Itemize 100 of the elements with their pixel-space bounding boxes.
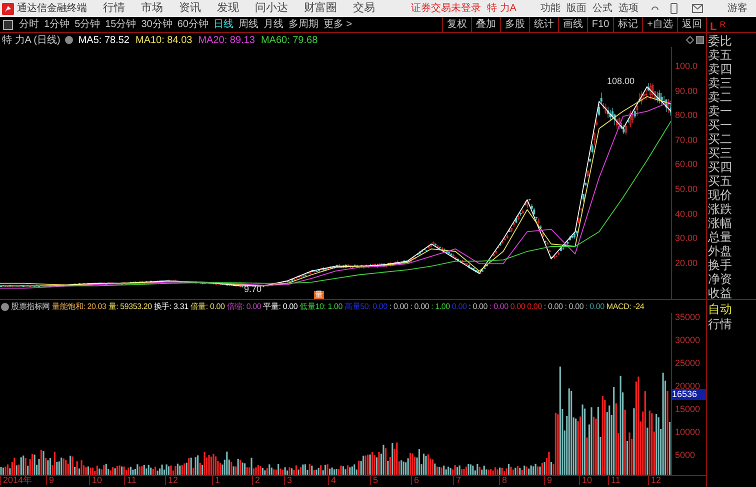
chart-button[interactable]: 统计 (528, 16, 558, 32)
indicator-value: 量能饱和: 20.03 (52, 300, 106, 312)
volume-axis-label: 20000 (675, 382, 700, 391)
chart-button[interactable]: 叠加 (470, 16, 500, 32)
indicator-value: : 0.00 (564, 300, 584, 312)
quote-field-label: 收益 (707, 286, 733, 300)
period-tab[interactable]: 60分钟 (177, 17, 208, 32)
period-tab[interactable]: 多周期 (288, 17, 318, 32)
price-axis-label: 90.00 (675, 86, 698, 96)
quote-field-label: 卖二 (707, 90, 733, 104)
chart-button[interactable]: 复权 (442, 16, 471, 32)
volume-axis-label: 35000 (675, 313, 700, 322)
date-axis-label: 5 (370, 476, 378, 485)
menu-item[interactable]: 交易 (353, 0, 375, 17)
chart-button[interactable]: +自选 (642, 16, 677, 32)
chart-button[interactable]: 返回 (677, 16, 706, 32)
menu-item[interactable]: 财富圈 (304, 0, 337, 17)
quote-field-label: 买五 (707, 174, 733, 188)
current-volume-label: 16536 (672, 389, 706, 400)
date-axis-label: 9 (544, 476, 552, 485)
date-axis-label: 2014年 (0, 476, 32, 485)
indicator-value: 0.00 (452, 300, 467, 312)
indicator-value: : 0.00 (389, 300, 408, 312)
app-name: 通达信金融终端 (17, 2, 88, 16)
phone-icon[interactable] (670, 3, 678, 14)
stock-name: 特 力A (487, 2, 516, 16)
period-tab[interactable]: 月线 (264, 17, 284, 32)
quote-field-label: 卖三 (707, 76, 733, 90)
indicator-value: 平量: 0.00 (263, 300, 298, 312)
l-label[interactable]: L (710, 22, 717, 32)
quote-field-label: 买二 (707, 132, 733, 146)
chart-button[interactable]: F10 (586, 16, 614, 32)
date-axis-label: 11 (124, 476, 136, 485)
date-axis-label: 6 (411, 476, 420, 485)
indicator-value: 倍量: 0.00 (190, 300, 225, 312)
menu-item[interactable]: 发现 (217, 0, 239, 17)
volume-axis-label: 25000 (675, 359, 700, 368)
quote-field-label: 外盘 (707, 244, 733, 258)
settings-icon[interactable] (1, 302, 9, 310)
quote-field-label: 净资 (707, 272, 733, 286)
date-axis-label: 8 (499, 476, 508, 485)
volume-axis-label: 15000 (675, 405, 700, 414)
date-axis-label: 3 (284, 476, 292, 485)
price-axis-label: 30.00 (675, 234, 698, 244)
settings-icon[interactable] (65, 36, 74, 44)
chart-button[interactable]: 标记 (613, 16, 642, 32)
price-axis-label: 60.00 (675, 160, 698, 170)
panel-toggle-icon[interactable] (3, 20, 13, 30)
indicator-title: 股票指标网 (11, 300, 50, 312)
indicator-value: 高量50: 0.00 (344, 300, 388, 312)
quote-field-label: 卖五 (707, 48, 733, 62)
toolbar-item[interactable]: 功能 (540, 1, 560, 16)
quote-field-label: 买四 (707, 160, 733, 174)
quote-field-label: 买一 (707, 118, 733, 132)
quote-field-label: 现价 (707, 188, 733, 202)
date-axis-label: 2 (252, 476, 260, 485)
volume-axis-label: 30000 (675, 336, 700, 345)
date-axis-label: 10 (579, 476, 592, 485)
date-axis-label: 10 (89, 476, 102, 485)
period-tab[interactable]: 更多 > (324, 17, 352, 32)
moving-average-legend: MA10: 84.03 (136, 32, 192, 48)
chart-button[interactable]: 画线 (558, 16, 587, 32)
volume-axis-label: 10000 (675, 428, 700, 437)
period-tab[interactable]: 日线 (214, 17, 234, 32)
date-axis-label: 12 (165, 476, 178, 485)
volume-marker: 量 (314, 291, 324, 299)
diamond-icon[interactable] (686, 36, 694, 44)
menu-item[interactable]: 行情 (103, 0, 125, 17)
period-tab[interactable]: 周线 (238, 17, 258, 32)
toolbar-item[interactable]: 选项 (618, 1, 638, 16)
price-axis-label: 40.00 (675, 210, 698, 219)
indicator-value: 倍缩: 0.00 (226, 300, 262, 312)
window-toggle-icon[interactable] (696, 36, 704, 44)
user-label[interactable]: 游客 (727, 1, 748, 16)
price-axis-label: 20.00 (675, 258, 698, 268)
period-tab[interactable]: 5分钟 (74, 17, 100, 32)
period-tab[interactable]: 1分钟 (44, 17, 70, 32)
indicator-value: 换手: 3.31 (154, 300, 188, 312)
menu-item[interactable]: 问小达 (255, 0, 288, 17)
indicator-value: : 0.00 (586, 300, 604, 312)
period-tab[interactable]: 30分钟 (141, 17, 172, 32)
date-axis-label: 12 (648, 476, 662, 485)
quote-tab[interactable]: 行情 (707, 317, 756, 332)
date-axis-label: 7 (453, 476, 462, 485)
mail-icon[interactable] (692, 4, 704, 13)
menu-item[interactable]: 市场 (141, 0, 163, 17)
menu-item[interactable]: 资讯 (179, 0, 201, 17)
quote-field-label: 涨跌 (707, 202, 733, 216)
quote-tab[interactable]: 自动 (707, 302, 756, 317)
chart-button[interactable]: 多股 (500, 16, 529, 32)
period-tab[interactable]: 分时 (19, 17, 39, 32)
toolbar-item[interactable]: 公式 (592, 1, 612, 16)
r-label[interactable]: R (720, 20, 726, 28)
toolbar-item[interactable]: 版面 (566, 1, 586, 16)
login-notice[interactable]: 证券交易未登录 (411, 1, 481, 16)
quote-field-label: 买三 (707, 146, 733, 160)
indicator-value: MACD: -24 (606, 300, 644, 312)
moving-average-legend: MA5: 78.52 (78, 32, 130, 48)
period-tab[interactable]: 15分钟 (105, 17, 136, 32)
high-price-label: 108.00 (606, 77, 636, 86)
